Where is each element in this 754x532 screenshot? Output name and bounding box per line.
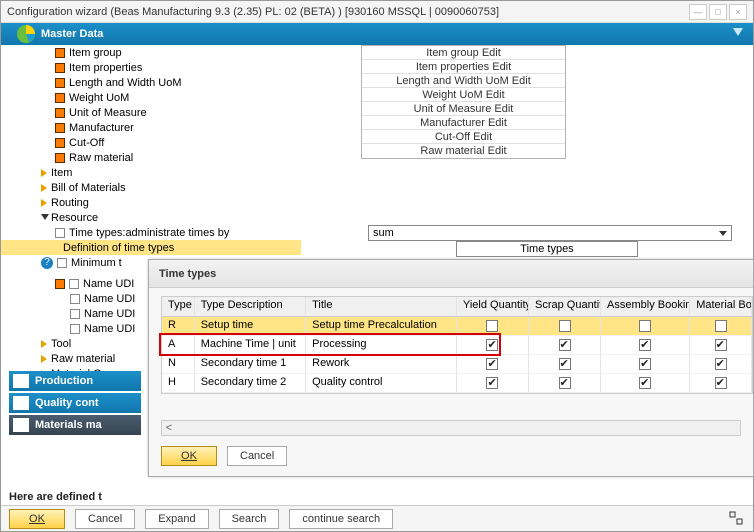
expand-button[interactable]: Expand — [145, 509, 208, 529]
checkbox-icon[interactable] — [70, 309, 80, 319]
checkbox[interactable] — [559, 339, 571, 351]
edit-link[interactable]: Weight UoM Edit — [362, 88, 565, 102]
materials-icon — [13, 418, 29, 432]
tree-item-routing[interactable]: Routing — [1, 195, 753, 210]
checkbox[interactable] — [559, 358, 571, 370]
checkbox[interactable] — [486, 358, 498, 370]
close-button[interactable]: × — [729, 4, 747, 20]
cancel-button[interactable]: Cancel — [75, 509, 135, 529]
col-assembly[interactable]: Assembly Booking — [601, 297, 690, 316]
quality-icon — [13, 396, 29, 410]
flag-icon — [55, 279, 65, 289]
expand-icon[interactable] — [41, 340, 49, 348]
edit-link[interactable]: Cut-Off Edit — [362, 130, 565, 144]
flag-icon — [55, 138, 65, 148]
edit-panel: Item group Edit Item properties Edit Len… — [361, 45, 566, 159]
window-title: Configuration wizard (Beas Manufacturing… — [7, 6, 687, 18]
table-row[interactable]: NSecondary time 1Rework — [162, 355, 752, 374]
flag-icon — [55, 108, 65, 118]
ok-button[interactable]: OK — [9, 509, 65, 529]
minimize-button[interactable]: — — [689, 4, 707, 20]
checkbox[interactable] — [486, 320, 498, 332]
col-material[interactable]: Material Bo — [690, 297, 752, 316]
edit-link[interactable]: Item group Edit — [362, 46, 565, 60]
collapse-icon[interactable] — [41, 214, 49, 222]
expand-icon[interactable] — [41, 184, 49, 192]
table-row[interactable]: AMachine Time | unitProcessing — [162, 336, 752, 355]
checkbox[interactable] — [639, 320, 651, 332]
edit-link[interactable]: Manufacturer Edit — [362, 116, 565, 130]
scroll-left-icon[interactable]: < — [162, 422, 176, 434]
checkbox[interactable] — [559, 377, 571, 389]
checkbox[interactable] — [715, 358, 727, 370]
checkbox[interactable] — [486, 339, 498, 351]
help-icon[interactable]: ? — [41, 257, 53, 269]
checkbox[interactable] — [715, 377, 727, 389]
section-header-label: Master Data — [41, 28, 103, 40]
checkbox[interactable] — [715, 339, 727, 351]
horizontal-scrollbar[interactable]: < — [161, 420, 741, 436]
col-scrap[interactable]: Scrap Quantity — [529, 297, 601, 316]
production-icon — [13, 374, 29, 388]
edit-link[interactable]: Item properties Edit — [362, 60, 565, 74]
section-header-master-data[interactable]: Master Data — [1, 23, 753, 45]
resize-icon[interactable] — [729, 511, 743, 525]
checkbox-icon[interactable] — [57, 258, 67, 268]
edit-link[interactable]: Raw material Edit — [362, 144, 565, 158]
tree-item-definition[interactable]: Definition of time types — [1, 240, 301, 255]
flag-icon — [55, 93, 65, 103]
dialog-ok-button[interactable]: OK — [161, 446, 217, 466]
checkbox-icon[interactable] — [69, 279, 79, 289]
checkbox[interactable] — [715, 320, 727, 332]
dialog-cancel-button[interactable]: Cancel — [227, 446, 287, 466]
expand-icon[interactable] — [41, 199, 49, 207]
expand-icon[interactable] — [41, 355, 49, 363]
section-quality[interactable]: Quality cont — [9, 393, 141, 413]
bottom-toolbar: OK Cancel Expand Search continue search — [1, 505, 753, 531]
tree-item-item[interactable]: Item — [1, 165, 753, 180]
continue-search-button[interactable]: continue search — [289, 509, 393, 529]
section-materials[interactable]: Materials ma — [9, 415, 141, 435]
flag-icon — [55, 63, 65, 73]
checkbox[interactable] — [486, 377, 498, 389]
col-type[interactable]: Type — [162, 297, 195, 316]
flag-icon — [55, 78, 65, 88]
checkbox[interactable] — [559, 320, 571, 332]
table-row[interactable]: RSetup timeSetup time Precalculation — [162, 317, 752, 336]
expand-icon[interactable] — [41, 169, 49, 177]
time-types-grid: Type Type Description Title Yield Quanti… — [161, 296, 753, 394]
time-types-dialog: Time types Type Type Description Title Y… — [148, 259, 754, 477]
checkbox[interactable] — [639, 358, 651, 370]
tree-item-bom[interactable]: Bill of Materials — [1, 180, 753, 195]
flag-icon — [55, 153, 65, 163]
pie-icon — [15, 23, 39, 45]
edit-link[interactable]: Length and Width UoM Edit — [362, 74, 565, 88]
tree-item-resource[interactable]: Resource — [1, 210, 753, 225]
table-row[interactable]: HSecondary time 2Quality control — [162, 374, 752, 393]
checkbox-icon[interactable] — [55, 228, 65, 238]
search-button[interactable]: Search — [219, 509, 280, 529]
collapse-icon — [733, 28, 743, 36]
checkbox-icon[interactable] — [70, 324, 80, 334]
status-text: Here are defined t — [9, 491, 102, 503]
section-production[interactable]: Production — [9, 371, 141, 391]
dialog-title: Time types — [149, 260, 753, 288]
maximize-button[interactable]: □ — [709, 4, 727, 20]
col-desc[interactable]: Type Description — [195, 297, 306, 316]
grid-header: Type Type Description Title Yield Quanti… — [162, 297, 752, 317]
chevron-down-icon — [719, 231, 727, 236]
col-title[interactable]: Title — [306, 297, 457, 316]
checkbox-icon[interactable] — [70, 294, 80, 304]
titlebar: Configuration wizard (Beas Manufacturing… — [1, 1, 753, 23]
edit-link[interactable]: Unit of Measure Edit — [362, 102, 565, 116]
checkbox[interactable] — [639, 339, 651, 351]
flag-icon — [55, 48, 65, 58]
time-types-button[interactable]: Time types — [456, 241, 638, 257]
time-types-select[interactable]: sum — [368, 225, 732, 241]
col-yield[interactable]: Yield Quantity — [457, 297, 529, 316]
flag-icon — [55, 123, 65, 133]
checkbox[interactable] — [639, 377, 651, 389]
